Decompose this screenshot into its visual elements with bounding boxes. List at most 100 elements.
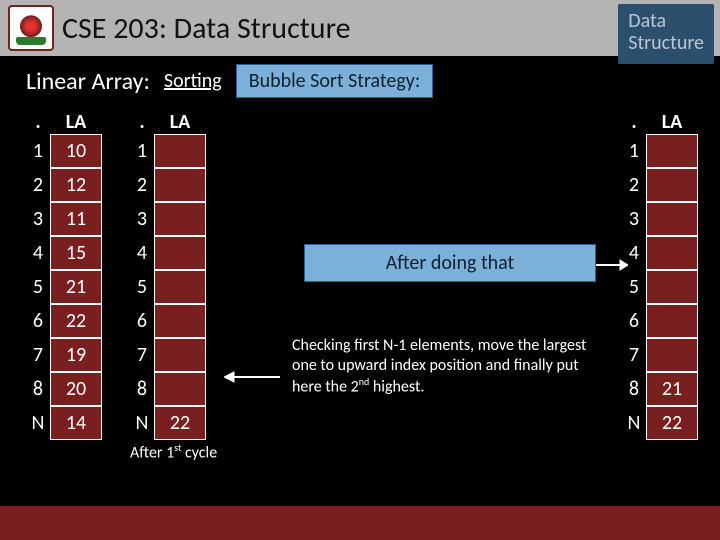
row-index: N	[26, 406, 50, 440]
row-value: 10	[50, 134, 102, 168]
row-value	[154, 168, 206, 202]
row-index: 1	[130, 134, 154, 168]
row-value	[154, 270, 206, 304]
after-doing-that-bubble: After doing that	[304, 244, 596, 282]
note-sup: nd	[359, 375, 370, 388]
table-row: 3	[622, 202, 698, 236]
table-row: N22	[130, 406, 206, 440]
row-value	[154, 304, 206, 338]
row-index: 3	[26, 202, 50, 236]
arrow-right-icon	[596, 258, 628, 272]
row-index: 7	[130, 338, 154, 372]
table-row: 3	[130, 202, 206, 236]
linear-array-label: Linear Array:	[26, 67, 150, 96]
table-row: 4	[622, 236, 698, 270]
row-value	[154, 372, 206, 406]
row-index: 3	[130, 202, 154, 236]
col-head-val: LA	[646, 110, 698, 134]
row-index: 5	[130, 270, 154, 304]
row-value: 12	[50, 168, 102, 202]
row-index: 3	[622, 202, 646, 236]
row-value: 21	[646, 372, 698, 406]
table-row: 521	[26, 270, 102, 304]
row-index: 7	[622, 338, 646, 372]
content-area: . LA 110212311415521622719820N14 . LA 12…	[0, 102, 720, 532]
table-row: 7	[130, 338, 206, 372]
row-index: 2	[26, 168, 50, 202]
arrow-left-icon	[224, 370, 280, 384]
row-value: 22	[646, 406, 698, 440]
course-title: CSE 203: Data Structure	[62, 10, 351, 47]
row-index: 7	[26, 338, 50, 372]
col-head-idx: .	[130, 110, 154, 134]
row-value	[646, 202, 698, 236]
row-value: 11	[50, 202, 102, 236]
after-pre: After 1	[130, 443, 174, 462]
row-index: 6	[622, 304, 646, 338]
row-index: 8	[26, 372, 50, 406]
row-value	[646, 338, 698, 372]
array-3: . LA 1234567821N22	[622, 110, 698, 440]
table-row: 5	[622, 270, 698, 304]
header-bar: CSE 203: Data Structure	[0, 0, 720, 56]
row-value	[154, 202, 206, 236]
corner-label: Data Structure	[618, 4, 714, 64]
row-index: 2	[622, 168, 646, 202]
col-head-val: LA	[154, 110, 206, 134]
table-row: 7	[622, 338, 698, 372]
row-value	[154, 134, 206, 168]
after-post: cycle	[181, 443, 217, 462]
table-row: 1	[130, 134, 206, 168]
row-index: 4	[26, 236, 50, 270]
row-value: 22	[50, 304, 102, 338]
array-1: . LA 110212311415521622719820N14	[26, 110, 102, 440]
row-value	[646, 304, 698, 338]
row-index: 1	[26, 134, 50, 168]
table-row: 719	[26, 338, 102, 372]
explanation-note: Checking first N-1 elements, move the la…	[292, 336, 592, 397]
table-row: 2	[130, 168, 206, 202]
table-row: 4	[130, 236, 206, 270]
table-row: N14	[26, 406, 102, 440]
row-index: 2	[130, 168, 154, 202]
bubble-sort-badge: Bubble Sort Strategy:	[236, 64, 434, 98]
row-value	[646, 134, 698, 168]
table-row: 110	[26, 134, 102, 168]
table-row: 8	[130, 372, 206, 406]
col-head-val: LA	[50, 110, 102, 134]
row-value	[646, 168, 698, 202]
row-value: 22	[154, 406, 206, 440]
table-row: 821	[622, 372, 698, 406]
table-row: 311	[26, 202, 102, 236]
footer-bar	[0, 506, 720, 540]
array-2: . LA 12345678N22	[130, 110, 206, 440]
row-index: 5	[622, 270, 646, 304]
row-index: 6	[26, 304, 50, 338]
row-value: 15	[50, 236, 102, 270]
row-value: 21	[50, 270, 102, 304]
row-value	[154, 236, 206, 270]
row-index: N	[622, 406, 646, 440]
table-row: 622	[26, 304, 102, 338]
col-head-idx: .	[622, 110, 646, 134]
note-part2: highest.	[369, 377, 424, 396]
after-first-cycle-label: After 1st cycle	[130, 442, 220, 463]
table-row: 1	[622, 134, 698, 168]
table-row: 2	[622, 168, 698, 202]
row-value	[646, 236, 698, 270]
corner-line2: Structure	[628, 32, 704, 54]
table-row: 415	[26, 236, 102, 270]
table-row: N22	[622, 406, 698, 440]
row-index: 4	[130, 236, 154, 270]
note-part1: Checking first N-1 elements, move the la…	[292, 336, 586, 396]
table-row: 212	[26, 168, 102, 202]
row-index: N	[130, 406, 154, 440]
table-row: 5	[130, 270, 206, 304]
row-index: 8	[622, 372, 646, 406]
corner-line1: Data	[628, 10, 704, 32]
row-index: 5	[26, 270, 50, 304]
row-value: 20	[50, 372, 102, 406]
table-row: 820	[26, 372, 102, 406]
row-index: 8	[130, 372, 154, 406]
row-value: 14	[50, 406, 102, 440]
